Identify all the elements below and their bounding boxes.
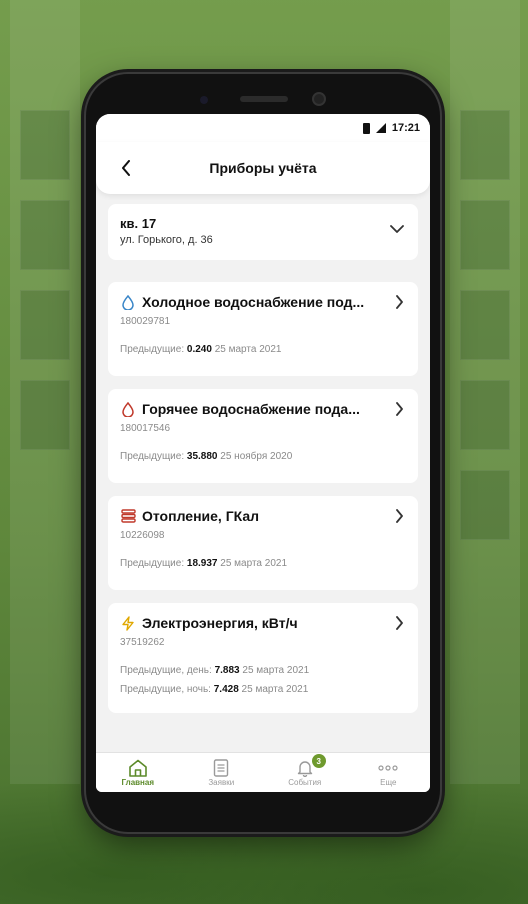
chevron-left-icon (122, 160, 130, 176)
document-icon (213, 758, 229, 778)
chevron-right-icon (396, 616, 403, 630)
meter-serial: 37519262 (120, 637, 165, 648)
meter-title: Холодное водоснабжение под... (142, 294, 365, 310)
water-drop-red-icon (120, 401, 136, 417)
app-screen: 17:21 Приборы учёта кв. 17 ул. Горького,… (96, 114, 430, 792)
more-icon (378, 758, 398, 778)
chevron-down-icon (390, 225, 404, 233)
heating-radiator-icon (120, 508, 136, 524)
nav-label: Заявки (208, 778, 235, 787)
address-selector[interactable]: кв. 17 ул. Горького, д. 36 (108, 204, 418, 260)
bottom-navigation: Главная Заявки 3 События Еще (96, 752, 430, 792)
nav-label: Главная (121, 778, 155, 787)
meter-previous: Предыдущие: 0.240 25 марта 2021 (120, 344, 282, 355)
status-bar: 17:21 (96, 114, 430, 142)
status-time: 17:21 (391, 122, 420, 134)
meter-card-hot-water[interactable]: Горячее водоснабжение пода... 180017546 … (108, 389, 418, 483)
meter-serial: 10226098 (120, 530, 165, 541)
meter-previous: Предыдущие: 35.880 25 ноября 2020 (120, 451, 293, 462)
meter-title: Горячее водоснабжение пода... (142, 401, 360, 417)
meter-card-heating[interactable]: Отопление, ГКал 10226098 Предыдущие: 18.… (108, 496, 418, 590)
meter-previous: Предыдущие: 18.937 25 марта 2021 (120, 558, 287, 569)
speaker (240, 96, 288, 102)
meter-title: Отопление, ГКал (142, 508, 260, 524)
chevron-right-icon (396, 295, 403, 309)
meter-title: Электроэнергия, кВт/ч (142, 615, 298, 631)
meter-card-electricity[interactable]: Электроэнергия, кВт/ч 37519262 Предыдущи… (108, 603, 418, 713)
nav-events[interactable]: 3 События (270, 754, 340, 787)
lightning-icon (120, 615, 136, 631)
app-header: Приборы учёта (96, 142, 430, 194)
meter-card-cold-water[interactable]: Холодное водоснабжение под... 180029781 … (108, 282, 418, 376)
nav-home[interactable]: Главная (103, 758, 173, 787)
nav-label: Еще (380, 778, 397, 787)
apartment-label: кв. 17 (120, 216, 157, 231)
nav-more[interactable]: Еще (353, 758, 423, 787)
battery-icon (362, 122, 370, 134)
front-camera (312, 92, 326, 106)
sensor (200, 96, 208, 104)
chevron-right-icon (396, 402, 403, 416)
meter-previous-day: Предыдущие, день: 7.883 25 марта 2021 (120, 665, 310, 676)
bell-icon (297, 758, 313, 778)
nav-requests[interactable]: Заявки (186, 758, 256, 787)
home-icon (128, 758, 148, 778)
chevron-right-icon (396, 509, 403, 523)
nav-label: События (288, 778, 322, 787)
water-drop-blue-icon (120, 294, 136, 310)
meter-previous-night: Предыдущие, ночь: 7.428 25 марта 2021 (120, 684, 309, 695)
street-label: ул. Горького, д. 36 (120, 234, 213, 246)
signal-icon (375, 123, 386, 133)
notification-badge: 3 (311, 754, 326, 768)
page-title: Приборы учёта (209, 160, 317, 176)
meter-serial: 180029781 (120, 316, 171, 327)
meter-serial: 180017546 (120, 423, 171, 434)
back-button[interactable] (116, 158, 136, 178)
